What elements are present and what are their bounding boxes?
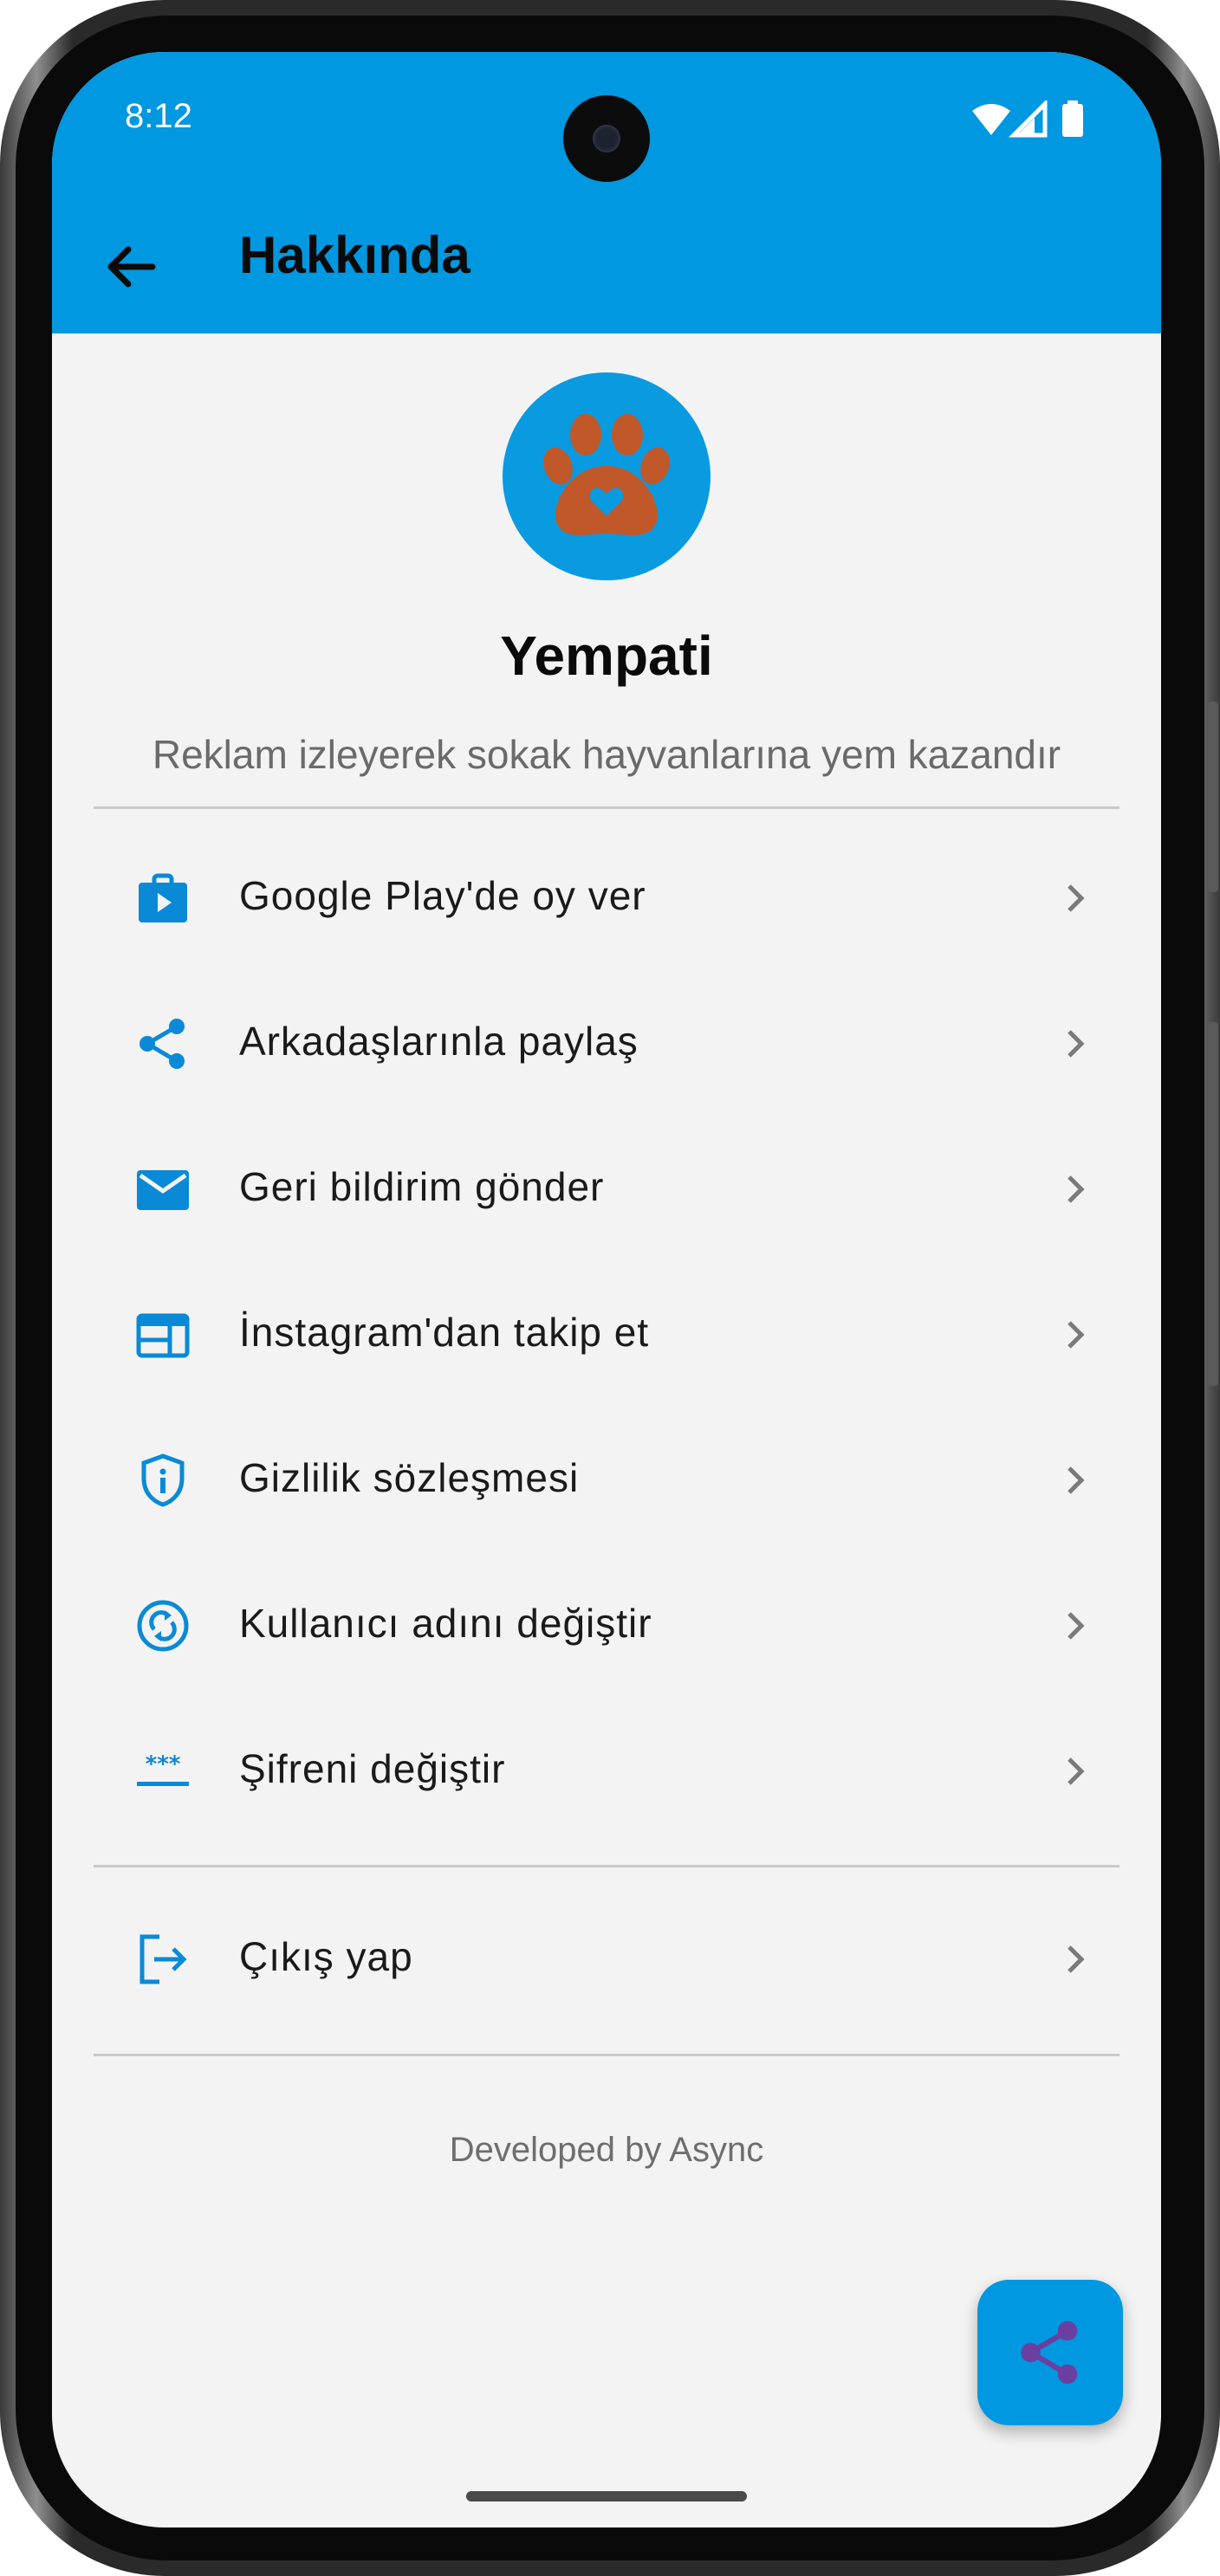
app-name: Yempati xyxy=(500,625,713,687)
front-camera xyxy=(563,95,650,182)
share-icon xyxy=(1021,2320,1078,2385)
chevron-right-icon xyxy=(1068,1030,1085,1058)
menu-item-share-friends[interactable]: Arkadaşlarınla paylaş xyxy=(94,971,1119,1116)
menu-item-change-username[interactable]: Kullanıcı adını değiştir xyxy=(94,1553,1119,1699)
developer-credit: Developed by Async xyxy=(449,2131,764,2169)
chevron-right-icon xyxy=(1068,1466,1085,1494)
status-icons xyxy=(972,100,1083,138)
phone-frame: 8:12 Hakkında Yempati Reklam izleyerek s… xyxy=(0,0,1220,2576)
menu-item-label: Google Play'de oy ver xyxy=(239,873,646,918)
menu-item-logout[interactable]: Çıkış yap xyxy=(94,1887,1119,2032)
page-title: Hakkında xyxy=(239,226,470,284)
share-icon xyxy=(140,1019,185,1069)
chevron-right-icon xyxy=(1068,1321,1085,1349)
share-fab-button[interactable] xyxy=(977,2280,1123,2425)
logout-icon xyxy=(140,1934,187,1984)
chevron-right-icon xyxy=(1068,1757,1085,1785)
menu-item-follow-instagram[interactable]: İnstagram'dan takip et xyxy=(94,1262,1119,1408)
divider xyxy=(94,806,1119,809)
menu-item-label: Kullanıcı adını değiştir xyxy=(239,1601,652,1646)
chevron-right-icon xyxy=(1068,1945,1085,1973)
app-logo xyxy=(503,372,711,580)
app-bar: 8:12 Hakkında xyxy=(52,52,1161,333)
chevron-right-icon xyxy=(1068,1175,1085,1203)
menu-item-label: Çıkış yap xyxy=(239,1934,413,1979)
sync-user-icon xyxy=(137,1600,189,1652)
menu-item-label: Geri bildirim gönder xyxy=(239,1164,605,1209)
menu-item-label: Gizlilik sözleşmesi xyxy=(239,1455,580,1500)
status-time: 8:12 xyxy=(125,97,192,135)
password-icon: *** xyxy=(137,1751,189,1786)
screen: 8:12 Hakkında Yempati Reklam izleyerek s… xyxy=(52,52,1161,2527)
web-icon xyxy=(136,1313,190,1358)
svg-text:***: *** xyxy=(146,1751,181,1777)
menu-item-label: İnstagram'dan takip et xyxy=(239,1310,650,1355)
mail-icon xyxy=(137,1170,189,1210)
divider xyxy=(94,1865,1119,1867)
wifi-icon xyxy=(972,104,1010,135)
battery-icon xyxy=(1062,104,1083,137)
divider xyxy=(94,2054,1119,2056)
power-button xyxy=(1208,1022,1218,1386)
chevron-right-icon xyxy=(1068,1612,1085,1640)
chevron-right-icon xyxy=(1068,884,1085,912)
menu-item-privacy-policy[interactable]: Gizlilik sözleşmesi xyxy=(94,1408,1119,1553)
app-tagline: Reklam izleyerek sokak hayvanlarına yem … xyxy=(152,732,1061,777)
google-play-icon xyxy=(139,873,187,922)
privacy-shield-icon xyxy=(141,1453,185,1507)
back-arrow-icon[interactable] xyxy=(97,232,166,301)
volume-button xyxy=(1208,702,1218,892)
menu-item-label: Arkadaşlarınla paylaş xyxy=(239,1019,639,1064)
menu-item-rate-google-play[interactable]: Google Play'de oy ver xyxy=(94,825,1119,971)
paw-heart-icon xyxy=(543,414,670,536)
home-indicator[interactable] xyxy=(466,2491,747,2502)
menu-item-send-feedback[interactable]: Geri bildirim gönder xyxy=(94,1116,1119,1262)
menu-item-label: Şifreni değiştir xyxy=(239,1746,506,1791)
menu-item-change-password[interactable]: *** Şifreni değiştir xyxy=(94,1699,1119,1844)
